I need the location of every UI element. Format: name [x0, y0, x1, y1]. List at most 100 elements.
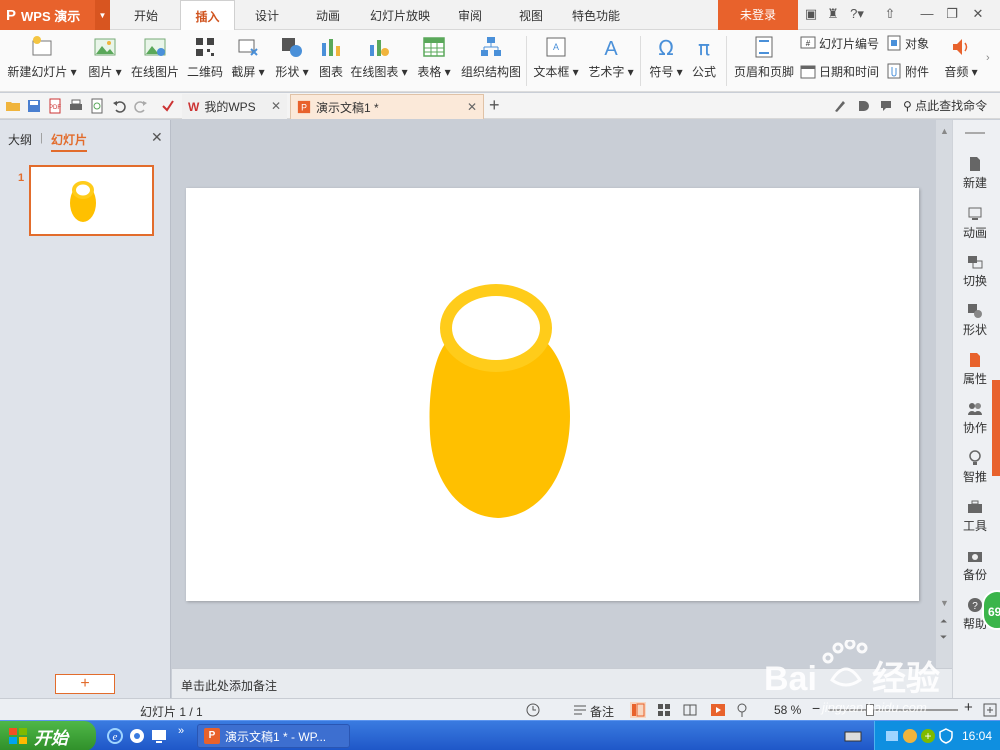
- qrcode-button[interactable]: 二维码: [186, 33, 224, 89]
- slide-canvas[interactable]: [186, 188, 919, 601]
- picture-button[interactable]: 图片 ▾: [85, 33, 125, 89]
- rp-shape[interactable]: 形状: [953, 303, 997, 338]
- network-icon[interactable]: [883, 727, 901, 745]
- rp-properties[interactable]: 属性: [953, 352, 997, 387]
- tab-design[interactable]: 设计: [243, 0, 291, 30]
- attachment-button[interactable]: 附件: [886, 60, 929, 82]
- table-button[interactable]: 表格 ▾: [414, 33, 454, 89]
- normal-view-icon[interactable]: [630, 702, 646, 718]
- tab-mywps[interactable]: W 我的WPS ✕: [182, 94, 287, 119]
- rp-animation[interactable]: 动画: [953, 206, 997, 241]
- app-menu-button[interactable]: P WPS 演示: [0, 0, 95, 30]
- d-icon[interactable]: [855, 98, 871, 114]
- brush-icon[interactable]: [832, 98, 848, 114]
- previous-slide-icon[interactable]: ⏶: [940, 616, 947, 627]
- tab-document[interactable]: P 演示文稿1 * ✕: [290, 94, 484, 119]
- tab-insert[interactable]: 插入: [180, 0, 235, 31]
- shape-button[interactable]: 形状 ▾: [272, 33, 312, 89]
- tab-animation[interactable]: 动画: [304, 0, 352, 30]
- tab-slideshow[interactable]: 幻灯片放映: [364, 0, 436, 30]
- rp-tools[interactable]: 工具: [953, 499, 997, 534]
- org-chart-button[interactable]: 组织结构图: [460, 33, 522, 89]
- tab-view[interactable]: 视图: [509, 0, 553, 30]
- slide-number-button[interactable]: # 幻灯片编号: [800, 32, 879, 54]
- minimize-icon[interactable]: —: [918, 5, 936, 23]
- save-icon[interactable]: [26, 98, 42, 114]
- zoom-out-icon[interactable]: −: [812, 700, 820, 716]
- add-slide-button[interactable]: +: [55, 674, 115, 694]
- slide-thumbnail[interactable]: [29, 165, 154, 236]
- export-pdf-icon[interactable]: PDF: [47, 98, 63, 114]
- online-chart-button[interactable]: 在线图表 ▾: [350, 33, 408, 89]
- score-badge[interactable]: 69: [982, 590, 1000, 630]
- tab-outline[interactable]: 大纲: [8, 131, 32, 148]
- maximize-icon[interactable]: ❐: [943, 5, 961, 23]
- tab-review[interactable]: 审阅: [448, 0, 492, 30]
- customize-icon[interactable]: [160, 98, 176, 114]
- wordart-button[interactable]: A 艺术字 ▾: [586, 33, 636, 89]
- slide-sorter-icon[interactable]: [656, 702, 672, 718]
- open-folder-icon[interactable]: [5, 98, 21, 114]
- print-icon[interactable]: [68, 98, 84, 114]
- panel-handle[interactable]: [965, 132, 985, 134]
- zoom-in-icon[interactable]: +: [964, 699, 973, 716]
- start-button[interactable]: 开始: [0, 721, 96, 750]
- new-tab-button[interactable]: +: [489, 95, 500, 116]
- vertical-scrollbar[interactable]: ▲ ▼ ⏶ ⏷: [936, 120, 952, 668]
- tab-special[interactable]: 特色功能: [566, 0, 626, 30]
- keyboard-icon[interactable]: [844, 727, 862, 745]
- symbol-button[interactable]: Ω 符号 ▾: [646, 33, 686, 89]
- shield-icon[interactable]: [937, 727, 955, 745]
- find-command-search[interactable]: ⚲ 点此查找命令: [903, 97, 987, 114]
- history-icon[interactable]: [525, 702, 541, 718]
- tab-slides[interactable]: 幻灯片: [51, 131, 88, 152]
- volume-icon[interactable]: [901, 727, 919, 745]
- datetime-button[interactable]: 日期和时间: [800, 60, 879, 82]
- rp-collaborate[interactable]: 协作: [953, 401, 997, 436]
- scroll-up-icon[interactable]: ▲: [940, 126, 949, 136]
- formula-button[interactable]: π 公式: [689, 33, 719, 89]
- restore-ribbon-icon[interactable]: ⇧: [881, 5, 899, 23]
- tab-start[interactable]: 开始: [120, 0, 172, 30]
- media-icon[interactable]: [128, 727, 146, 745]
- reading-view-icon[interactable]: [682, 702, 698, 718]
- notes-icon[interactable]: [572, 702, 588, 718]
- taskbar-expand-icon[interactable]: »: [178, 725, 184, 737]
- new-slide-button[interactable]: 新建幻灯片 ▾: [6, 33, 78, 89]
- chart-button[interactable]: 图表: [316, 33, 346, 89]
- app-dropdown-icon[interactable]: ▼: [95, 0, 110, 30]
- redo-icon[interactable]: [133, 98, 149, 114]
- scroll-down-icon[interactable]: ▼: [940, 598, 949, 608]
- rp-smart-push[interactable]: 智推: [953, 450, 997, 485]
- rp-new[interactable]: 新建: [953, 156, 997, 191]
- undo-icon[interactable]: [111, 98, 127, 114]
- login-button[interactable]: 未登录: [718, 0, 798, 30]
- close-icon[interactable]: ✕: [969, 5, 987, 23]
- close-tab-icon[interactable]: ✕: [271, 99, 281, 113]
- rp-transition[interactable]: 切换: [953, 254, 997, 289]
- zoom-level[interactable]: 58 %: [774, 703, 801, 717]
- object-button[interactable]: 对象: [886, 32, 929, 54]
- skin-icon[interactable]: ▣: [802, 5, 820, 23]
- fit-window-icon[interactable]: [982, 702, 998, 718]
- audio-button[interactable]: 音频 ▾: [944, 33, 978, 89]
- ribbon-scroll-right-icon[interactable]: ›: [986, 52, 990, 64]
- desktop-icon[interactable]: [150, 727, 168, 745]
- shirt-icon[interactable]: ♜: [824, 5, 842, 23]
- notes-toggle[interactable]: 备注: [590, 703, 614, 720]
- header-footer-button[interactable]: 页眉和页脚: [733, 33, 795, 89]
- close-tab-icon[interactable]: ✕: [467, 100, 477, 114]
- online-picture-button[interactable]: 在线图片: [130, 33, 180, 89]
- rp-backup[interactable]: 备份: [953, 548, 997, 583]
- close-panel-icon[interactable]: ✕: [151, 129, 163, 146]
- taskbar-wps-window[interactable]: P 演示文稿1 * - WP...: [197, 724, 350, 748]
- textbox-button[interactable]: A 文本框 ▾: [532, 33, 580, 89]
- screenshot-button[interactable]: 截屏 ▾: [229, 33, 267, 89]
- print-preview-icon[interactable]: [89, 98, 105, 114]
- panel-collapse-handle[interactable]: [992, 380, 1000, 476]
- share-icon[interactable]: [878, 98, 894, 114]
- security-icon[interactable]: +: [919, 727, 937, 745]
- ie-icon[interactable]: e: [106, 727, 124, 745]
- pin-icon[interactable]: [734, 702, 750, 718]
- help-icon[interactable]: ?▾: [846, 5, 868, 23]
